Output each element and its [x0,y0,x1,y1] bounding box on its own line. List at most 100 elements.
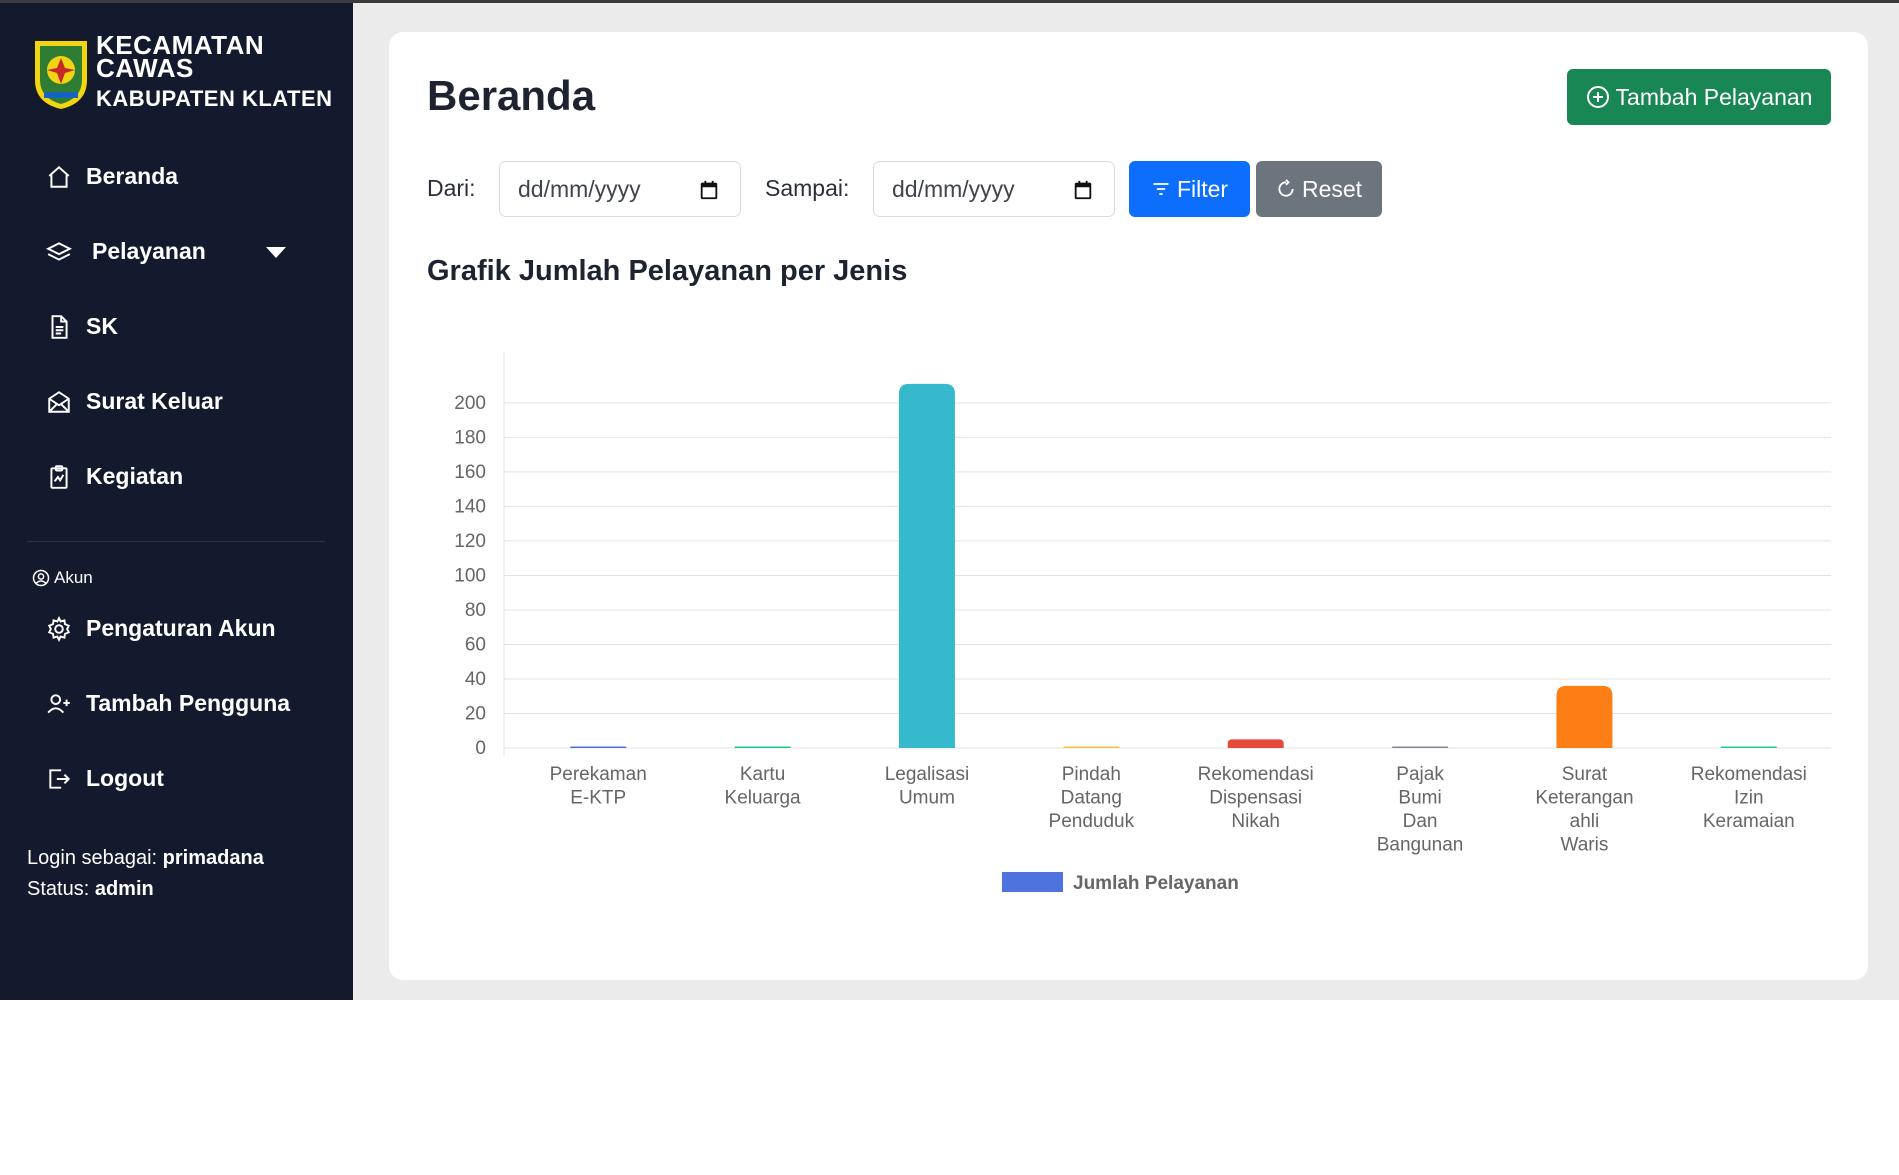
status-prefix: Status: [27,878,90,900]
x-tick-label: Bumi [1398,788,1441,809]
x-tick-label: Dan [1403,811,1438,832]
y-tick-label: 40 [465,669,486,690]
chevron-down-icon[interactable] [266,247,286,258]
sidebar-item-beranda[interactable]: Beranda [0,139,353,214]
bar [898,383,955,748]
sidebar-item-label: Surat Keluar [86,388,223,414]
y-tick-label: 20 [465,703,486,724]
x-tick-label: Kartu [740,764,785,785]
bar [1556,685,1613,748]
calendar-icon[interactable] [698,179,720,201]
brand[interactable]: KECAMATAN CAWAS KABUPATEN KLATEN [30,32,333,114]
to-date-placeholder: dd/mm/yyyy [892,175,1015,202]
from-date-placeholder: dd/mm/yyyy [518,175,641,202]
sidebar-item-label: Tambah Pengguna [86,690,291,716]
x-tick-label: ahli [1570,811,1600,832]
y-tick-label: 80 [465,600,486,621]
section-label-akun: Akun [32,568,93,588]
bar [1720,746,1777,748]
x-tick-label: Surat [1562,764,1608,785]
x-tick-label: Pindah [1062,764,1121,785]
bar [1227,739,1284,748]
to-date-input[interactable]: dd/mm/yyyy [873,161,1115,217]
sidebar-item-logout[interactable]: Logout [0,741,353,816]
add-service-label: Tambah Pelayanan [1615,83,1813,110]
add-service-button[interactable]: Tambah Pelayanan [1567,69,1831,125]
account-nav: Pengaturan Akun Tambah Pengguna Logout [0,591,353,816]
bar [1392,746,1449,748]
x-tick-label: Waris [1561,835,1609,856]
calendar-icon[interactable] [1072,179,1094,201]
x-tick-label: Datang [1061,788,1122,809]
x-tick-label: Umum [899,788,955,809]
section-label-text: Akun [54,568,93,587]
sidebar-item-surat-keluar[interactable]: Surat Keluar [0,364,353,439]
page-title: Beranda [427,72,596,119]
from-date-input[interactable]: dd/mm/yyyy [499,161,741,217]
reset-button[interactable]: Reset [1256,161,1382,217]
x-tick-label: Bangunan [1377,835,1464,856]
sidebar-item-label: SK [86,313,118,339]
to-label: Sampai: [765,175,850,201]
legend-swatch [1002,872,1063,892]
plus-circle-icon [1586,86,1609,108]
x-tick-label: Legalisasi [885,764,970,785]
layers-icon [45,239,73,265]
chart-title: Grafik Jumlah Pelayanan per Jenis [427,255,908,287]
x-tick-label: Rekomendasi [1198,764,1314,785]
x-tick-label: Keterangan [1535,788,1633,809]
brand-line-3: KABUPATEN KLATEN [96,86,333,111]
y-tick-label: 60 [465,634,486,655]
x-tick-label: Keluarga [725,788,801,809]
sidebar-item-label: Logout [86,765,164,791]
filter-button[interactable]: Filter [1129,161,1250,217]
bar [570,746,627,748]
x-tick-label: Dispensasi [1209,788,1302,809]
sidebar-divider [27,541,325,542]
x-tick-label: E-KTP [570,788,626,809]
filter-icon [1153,183,1169,195]
bar [734,746,791,748]
y-tick-label: 180 [454,427,486,448]
y-tick-label: 120 [454,531,486,552]
x-tick-label: Penduduk [1049,811,1135,832]
bar [1063,746,1120,748]
main-nav: Beranda Pelayanan SK Surat Keluar Kegiat… [0,139,353,514]
sidebar-item-label: Beranda [86,163,179,189]
clipboard-icon [46,464,72,490]
y-tick-label: 140 [454,496,486,517]
add-user-icon [46,691,72,717]
login-username: primadana [162,847,264,869]
filter-label: Filter [1176,175,1229,202]
refresh-icon [1278,179,1294,197]
app-window: KECAMATAN CAWAS KABUPATEN KLATEN Beranda… [0,0,1899,1000]
legend-label: Jumlah Pelayanan [1073,873,1239,894]
x-tick-label: Rekomendasi [1691,764,1807,785]
sidebar-item-sk[interactable]: SK [0,289,353,364]
gear-icon [46,615,72,642]
logout-icon [46,766,72,792]
x-tick-label: Izin [1734,788,1764,809]
sidebar-item-pelayanan[interactable]: Pelayanan [0,214,353,289]
x-tick-label: Keramaian [1703,811,1795,832]
login-prefix: Login sebagai: [27,847,158,869]
x-tick-label: Perekaman [550,764,647,785]
sidebar-item-tambah-pengguna[interactable]: Tambah Pengguna [0,666,353,741]
y-tick-label: 160 [454,462,486,483]
y-tick-label: 200 [454,393,486,414]
home-icon [46,164,72,190]
service-bar-chart: 0 20 40 60 80 100 120 140 160 180 200 Perekaman E-KT… [454,352,1831,894]
brand-line-2: CAWAS [96,53,194,83]
klaten-emblem-logo [33,39,89,112]
y-tick-label: 100 [454,565,486,586]
x-tick-label: Nikah [1231,811,1280,832]
main-card: Beranda Tambah Pelayanan Dari: dd/mm/yyy… [389,32,1868,980]
sidebar-item-kegiatan[interactable]: Kegiatan [0,439,353,514]
x-tick-label: Pajak [1396,764,1444,785]
sidebar-item-label: Pengaturan Akun [86,615,276,641]
user-circle-icon [32,569,50,587]
document-icon [46,314,72,340]
y-tick-label: 0 [475,738,486,759]
status-value: admin [94,878,154,900]
sidebar-item-pengaturan-akun[interactable]: Pengaturan Akun [0,591,353,666]
